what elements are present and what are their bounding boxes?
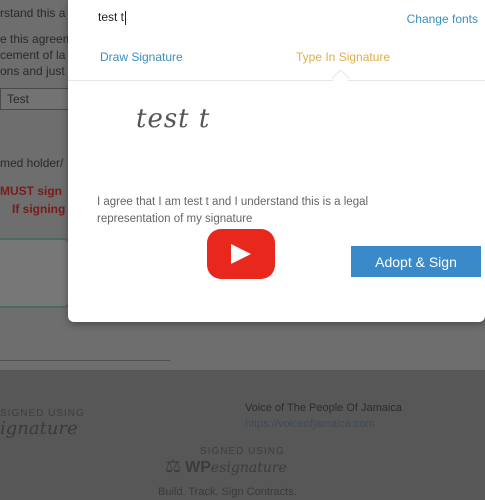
- bg-tagline: Build. Track. Sign Contracts.: [158, 486, 297, 498]
- bg-name-input[interactable]: Test: [0, 88, 72, 110]
- adopt-and-sign-button[interactable]: Adopt & Sign: [351, 246, 481, 277]
- youtube-play-icon: [231, 244, 251, 264]
- text-caret: [125, 10, 127, 25]
- bg-org-url[interactable]: https://voiceofjamaica.com: [245, 418, 375, 430]
- logo-wp: WP: [185, 459, 211, 476]
- scales-icon: ⚖: [165, 456, 182, 476]
- bg-warning-text: If signing: [12, 202, 66, 216]
- tab-draw-signature[interactable]: Draw Signature: [100, 50, 183, 64]
- bg-org-name: Voice of The People Of Jamaica: [245, 402, 402, 414]
- legal-agreement-text: I agree that I am test t and I understan…: [97, 196, 369, 225]
- change-fonts-link[interactable]: Change fonts: [407, 12, 478, 26]
- bg-text-line: e this agreem: [0, 32, 73, 46]
- logo-esignature: esignature: [210, 460, 287, 476]
- signature-modal: test t Change fonts Draw Signature Type …: [68, 0, 485, 322]
- tab-type-in-signature[interactable]: Type In Signature: [296, 50, 390, 64]
- signature-input-value: test t: [98, 10, 125, 24]
- bg-text-line: rstand this a: [0, 6, 66, 20]
- signature-tabs: Draw Signature Type In Signature: [68, 38, 485, 81]
- bg-text-line: cement of la: [0, 48, 66, 62]
- youtube-play-button[interactable]: [207, 229, 275, 279]
- signature-preview: test t: [136, 104, 211, 134]
- bg-holder-text: med holder/: [0, 156, 64, 170]
- bg-wp-esignature-logo: ⚖ WPesignature: [165, 456, 287, 477]
- bg-footer: SIGNED USING ignature Voice of The Peopl…: [0, 370, 485, 500]
- bg-warning-text: MUST sign: [0, 184, 62, 198]
- bg-signature-logo: ignature: [0, 418, 78, 439]
- signature-text-input[interactable]: test t: [98, 10, 127, 25]
- bg-signature-box[interactable]: [0, 238, 70, 308]
- bg-text-line: ons and just: [0, 64, 65, 78]
- bg-signature-line: [0, 360, 170, 361]
